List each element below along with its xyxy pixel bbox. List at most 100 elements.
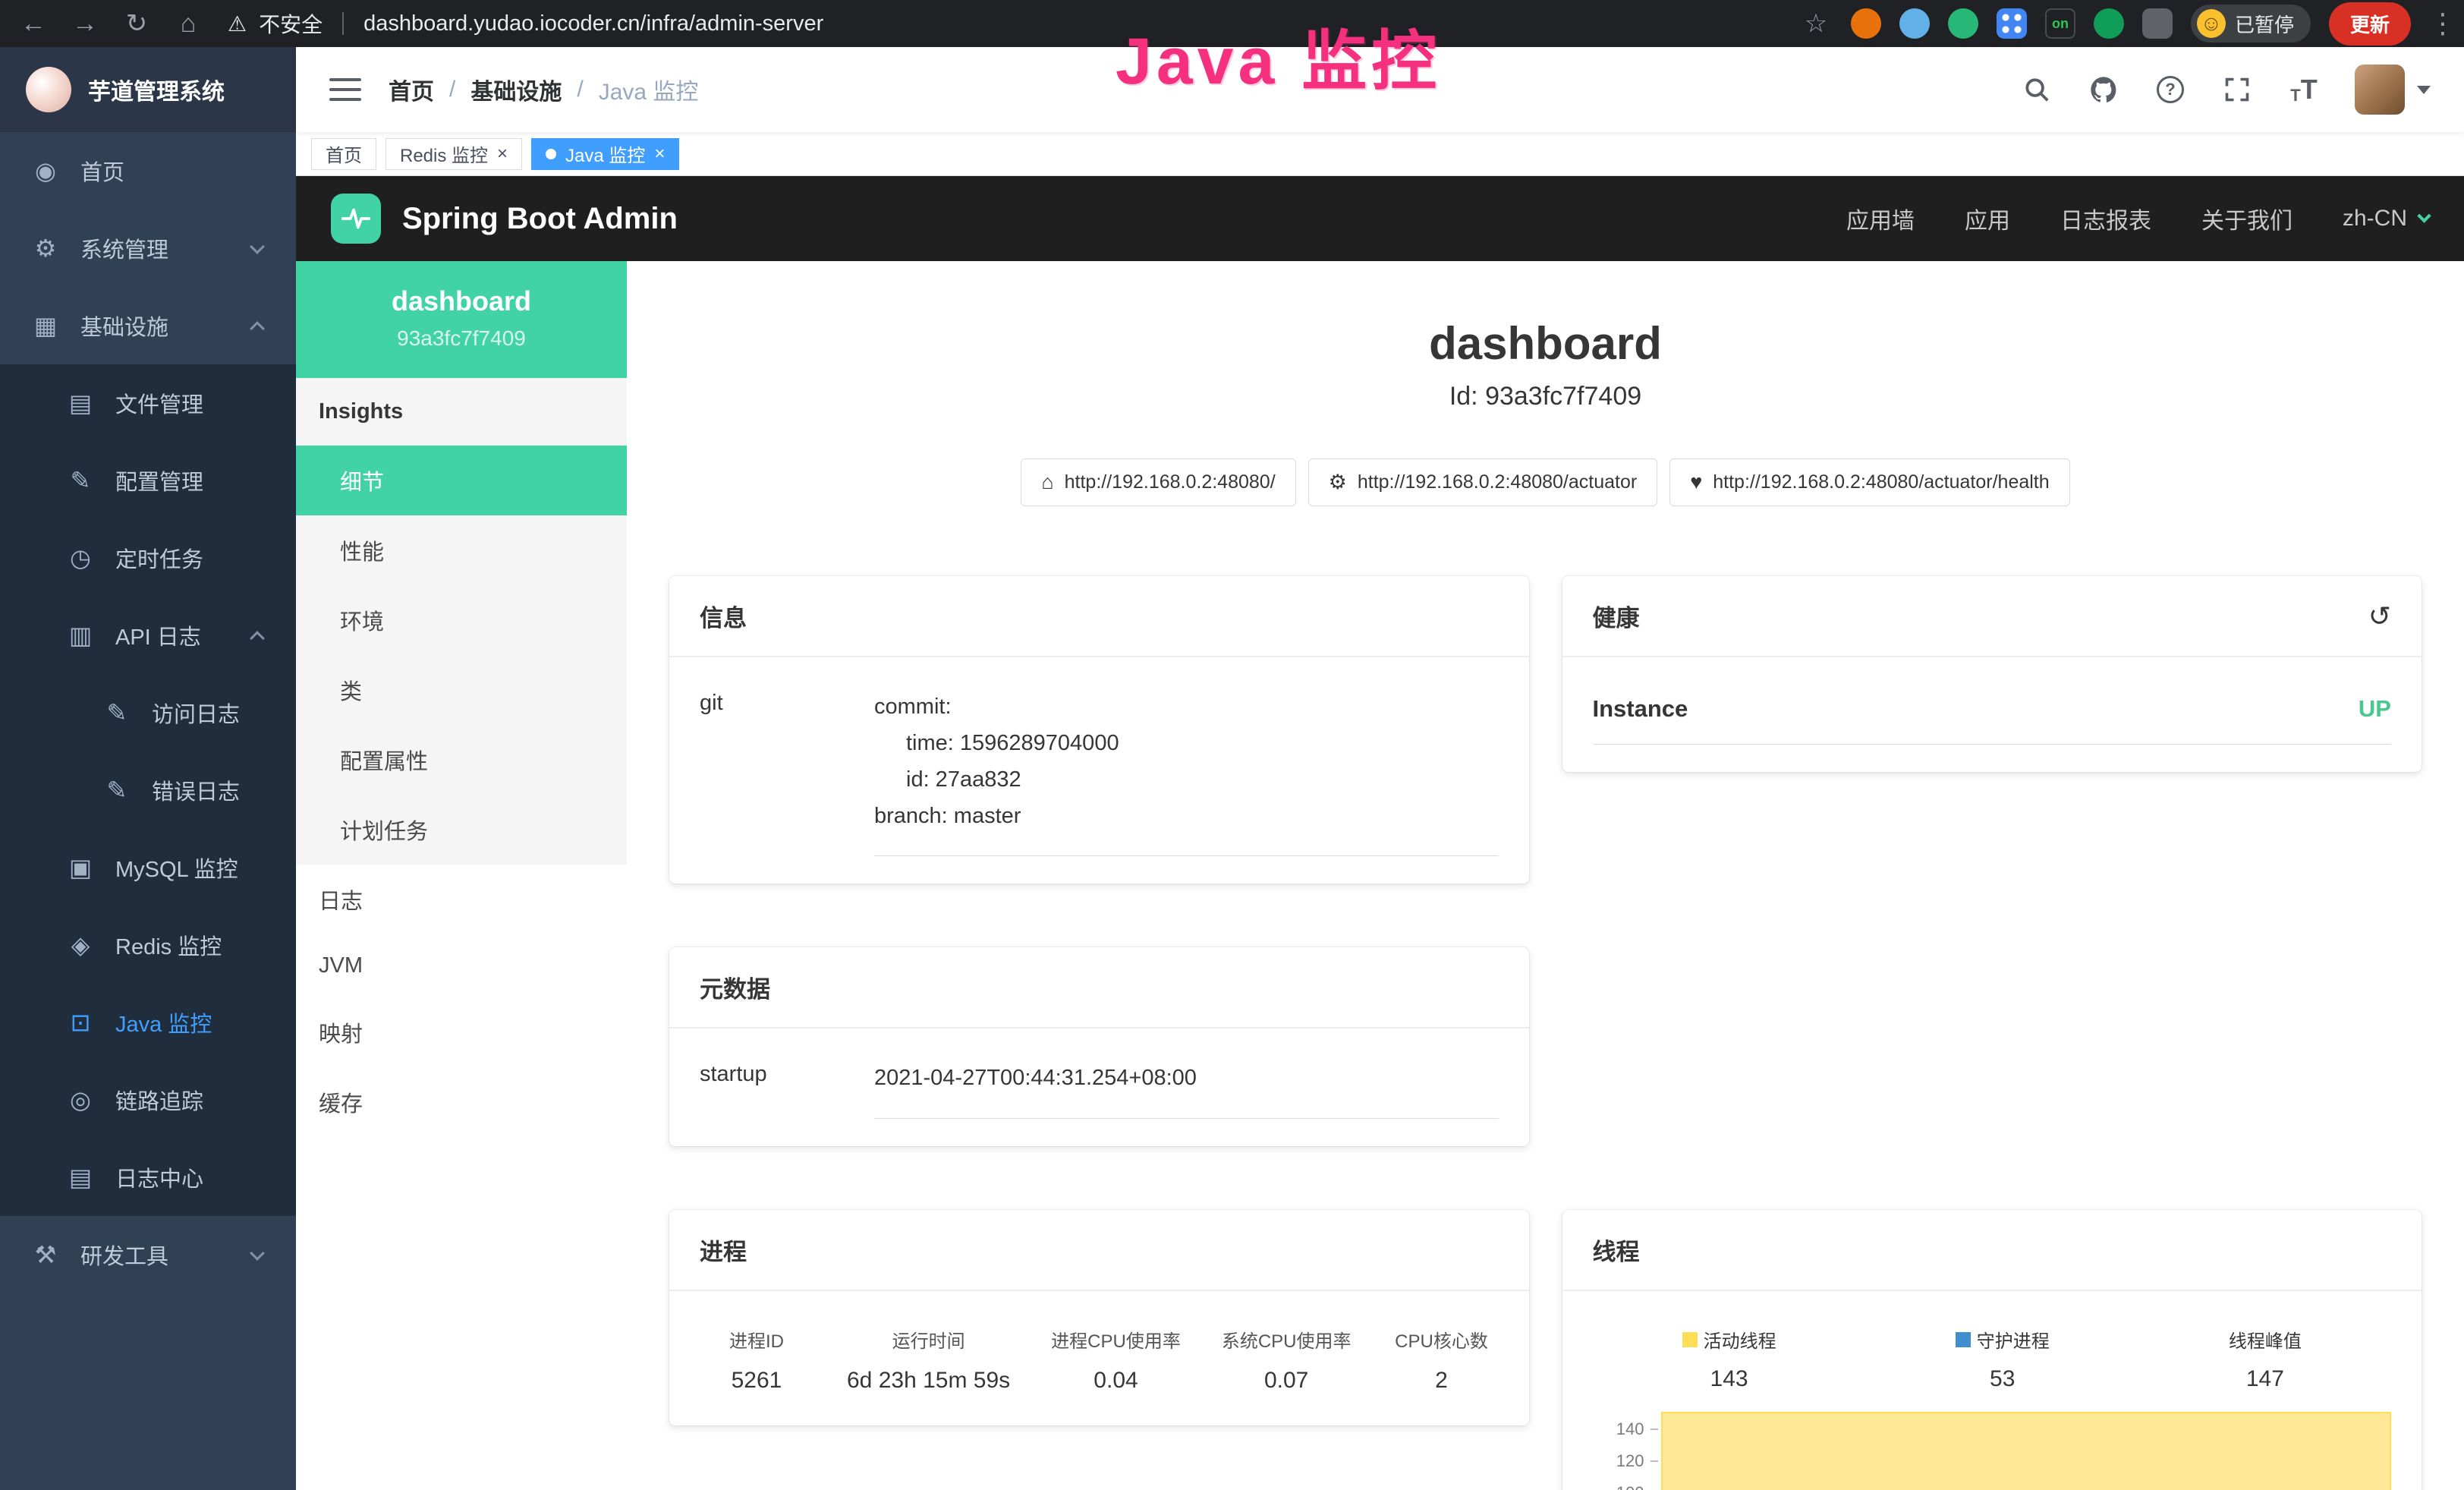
github-icon[interactable] xyxy=(2088,74,2119,106)
extension-icon-leaf[interactable] xyxy=(2094,8,2124,39)
sba-menu-group-insights: Insights 细节 性能 环境 类 配置属性 计划任务 xyxy=(296,378,627,865)
sba-menu-item-caches[interactable]: 缓存 xyxy=(296,1067,627,1137)
sidebar-item-access-logs[interactable]: ✎ 访问日志 xyxy=(0,674,296,751)
empty-grid-cell xyxy=(1562,947,2422,955)
extension-icon-green-circle[interactable] xyxy=(1948,8,1978,39)
info-card: 信息 git commit: time: 1596289704000 id: 2 xyxy=(669,576,1529,884)
app-logo-row[interactable]: 芋道管理系统 xyxy=(0,47,296,132)
url-text[interactable]: dashboard.yudao.iocoder.cn/infra/admin-s… xyxy=(363,11,823,36)
health-instance-row[interactable]: Instance UP xyxy=(1593,673,2392,745)
sidebar-item-file-management[interactable]: ▤ 文件管理 xyxy=(0,364,296,442)
stat-system-cpu: 系统CPU使用率 0.07 xyxy=(1222,1326,1352,1394)
extension-icon-puzzle[interactable] xyxy=(2142,8,2173,39)
sidebar-item-label: 日志中心 xyxy=(115,1161,203,1193)
history-icon[interactable]: ↺ xyxy=(2368,600,2391,632)
sba-locale-select[interactable]: zh-CN xyxy=(2343,206,2429,232)
bookmark-star-icon[interactable]: ☆ xyxy=(1799,8,1833,39)
sba-menu-item-scheduled-tasks[interactable]: 计划任务 xyxy=(296,795,627,865)
sidebar-item-java-monitor[interactable]: ⊡ Java 监控 xyxy=(0,984,296,1061)
sidebar-item-api-logs[interactable]: ▥ API 日志 xyxy=(0,597,296,674)
sba-brand-title[interactable]: Spring Boot Admin xyxy=(402,202,678,236)
process-stats: 进程ID 5261 运行时间 6d 23h 15m 59s xyxy=(700,1306,1499,1398)
paused-badge[interactable]: ☺ 已暂停 xyxy=(2191,5,2311,43)
sidebar-item-redis-monitor[interactable]: ◈ Redis 监控 xyxy=(0,906,296,984)
sba-menu-item-config-props[interactable]: 配置属性 xyxy=(296,725,627,795)
not-secure-label: 不安全 xyxy=(259,8,323,39)
sidebar-item-dev-tools[interactable]: ⚒ 研发工具 xyxy=(0,1216,296,1293)
address-bar[interactable]: ⚠ 不安全 dashboard.yudao.iocoder.cn/infra/a… xyxy=(223,8,1781,39)
actuator-url-link[interactable]: ⚙ http://192.168.0.2:48080/actuator xyxy=(1308,458,1658,506)
sba-nav-applications[interactable]: 应用 xyxy=(1965,202,2010,235)
extension-icon-drop[interactable] xyxy=(1899,8,1930,39)
health-url-link[interactable]: ♥ http://192.168.0.2:48080/actuator/heal… xyxy=(1669,458,2069,506)
stat-label: CPU核心数 xyxy=(1392,1326,1491,1353)
locale-label: zh-CN xyxy=(2343,206,2407,232)
access-log-icon: ✎ xyxy=(102,698,132,727)
sba-logo-icon[interactable] xyxy=(331,194,381,244)
hamburger-toggle[interactable] xyxy=(329,78,361,101)
sba-menu-item-jvm[interactable]: JVM xyxy=(296,934,627,997)
sidebar-item-error-logs[interactable]: ✎ 错误日志 xyxy=(0,751,296,829)
sidebar-item-label: 系统管理 xyxy=(80,232,168,264)
sidebar-item-config-management[interactable]: ✎ 配置管理 xyxy=(0,442,296,519)
back-icon[interactable]: ← xyxy=(17,9,50,39)
sba-nav-about[interactable]: 关于我们 xyxy=(2201,202,2292,235)
health-instance-label: Instance xyxy=(1593,695,1688,723)
sba-nav: 应用墙 应用 日志报表 关于我们 zh-CN xyxy=(1846,202,2429,235)
wrench-icon: ⚙ xyxy=(1329,471,1347,494)
sba-menu-item-classes[interactable]: 类 xyxy=(296,655,627,725)
git-commit-line: commit: xyxy=(874,689,1499,726)
tab-close-icon[interactable]: × xyxy=(497,145,508,163)
sba-menu-item-details[interactable]: 细节 xyxy=(296,446,627,515)
git-id-line: id: 27aa832 xyxy=(874,762,1499,799)
sidebar-item-label: 研发工具 xyxy=(80,1239,168,1271)
sba-nav-journal[interactable]: 日志报表 xyxy=(2060,202,2151,235)
sidebar-item-system[interactable]: ⚙ 系统管理 xyxy=(0,209,296,287)
font-size-icon[interactable] xyxy=(2288,74,2320,106)
legend-peak-threads: 线程峰值 147 xyxy=(2229,1326,2302,1392)
help-icon[interactable] xyxy=(2154,74,2186,106)
extension-icon-grid[interactable] xyxy=(1997,8,2027,39)
sba-menu-item-environment[interactable]: 环境 xyxy=(296,585,627,655)
sidebar-item-trace[interactable]: ◎ 链路追踪 xyxy=(0,1061,296,1139)
home-icon[interactable]: ⌂ xyxy=(172,9,205,39)
stat-value: 0.04 xyxy=(1051,1368,1181,1394)
sidebar-item-log-center[interactable]: ▤ 日志中心 xyxy=(0,1139,296,1216)
y-tick: 120 xyxy=(1616,1451,1644,1471)
tab-java-monitor[interactable]: Java 监控 × xyxy=(531,138,679,170)
update-button[interactable]: 更新 xyxy=(2329,2,2411,46)
user-menu[interactable] xyxy=(2355,65,2431,115)
mysql-icon: ▣ xyxy=(65,853,96,882)
fullscreen-icon[interactable] xyxy=(2221,74,2253,106)
sidebar-item-infrastructure[interactable]: ▦ 基础设施 xyxy=(0,287,296,364)
sidebar-item-mysql-monitor[interactable]: ▣ MySQL 监控 xyxy=(0,829,296,906)
stat-pid: 进程ID 5261 xyxy=(707,1326,806,1394)
sba-menu-item-mappings[interactable]: 映射 xyxy=(296,997,627,1067)
search-icon[interactable] xyxy=(2021,74,2053,106)
user-avatar xyxy=(2355,65,2405,115)
process-card: 进程 进程ID 5261 运行时间 xyxy=(669,1210,1529,1425)
sba-menu-item-logs[interactable]: 日志 xyxy=(296,865,627,934)
tab-close-icon[interactable]: × xyxy=(654,145,665,163)
sidebar-item-home[interactable]: ◉ 首页 xyxy=(0,132,296,209)
sidebar-item-label: Redis 监控 xyxy=(115,929,222,961)
extension-icon-fox[interactable] xyxy=(1851,8,1881,39)
breadcrumb-infrastructure[interactable]: 基础设施 xyxy=(470,73,562,106)
tab-redis-monitor[interactable]: Redis 监控 × xyxy=(385,138,522,170)
forward-icon[interactable]: → xyxy=(68,9,102,39)
metadata-value: 2021-04-27T00:44:31.254+08:00 xyxy=(874,1060,1499,1119)
sba-group-label[interactable]: Insights xyxy=(296,378,627,446)
stat-value: 2 xyxy=(1392,1368,1491,1394)
sba-nav-wallboard[interactable]: 应用墙 xyxy=(1846,202,1915,235)
sba-menu-item-metrics[interactable]: 性能 xyxy=(296,515,627,585)
stat-process-cpu: 进程CPU使用率 0.04 xyxy=(1051,1326,1181,1394)
tab-home[interactable]: 首页 xyxy=(311,138,376,170)
instance-url-link[interactable]: ⌂ http://192.168.0.2:48080/ xyxy=(1021,458,1295,506)
extension-icon-switch-on[interactable]: on xyxy=(2045,8,2075,39)
avatar-caret-icon xyxy=(2417,86,2431,94)
reload-icon[interactable]: ↻ xyxy=(120,8,153,39)
omnibox-divider xyxy=(342,12,344,35)
sidebar-item-scheduled-jobs[interactable]: ◷ 定时任务 xyxy=(0,519,296,597)
breadcrumb-home[interactable]: 首页 xyxy=(389,73,434,106)
browser-menu-icon[interactable]: ⋮ xyxy=(2429,8,2447,39)
